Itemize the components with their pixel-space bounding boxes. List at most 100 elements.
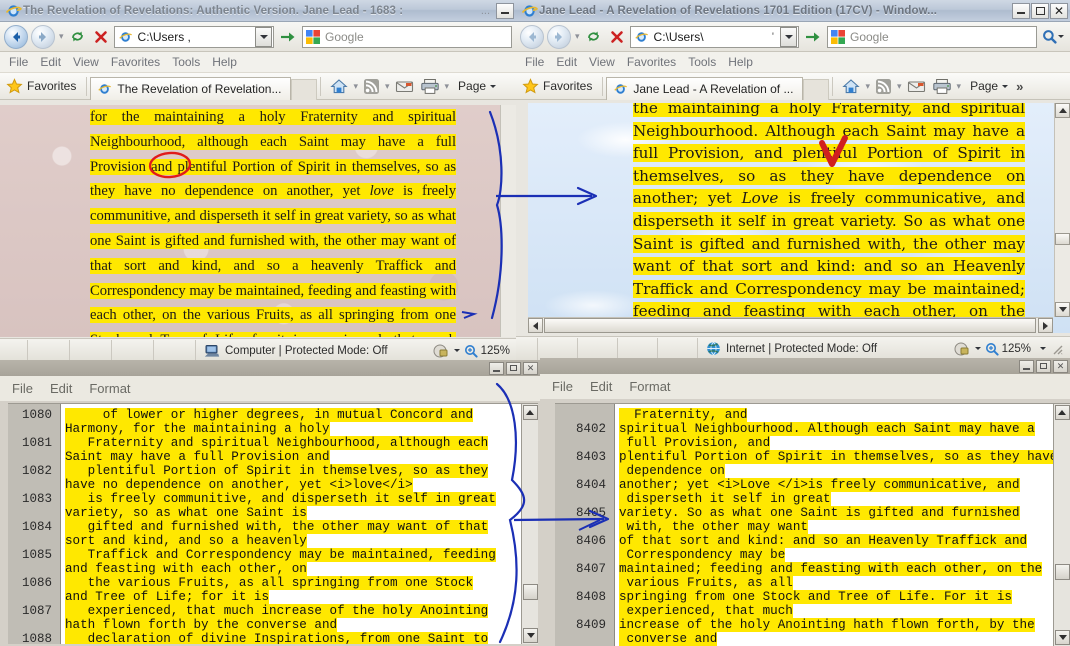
status-right-right[interactable]: 125% <box>953 341 1070 357</box>
toolbar-overflow-button-right[interactable]: » <box>1012 79 1027 94</box>
editor-window-left[interactable]: ✕ File Edit Format 1080 1081 1082 1083 1084 1… <box>0 360 540 646</box>
editor-close-button-right[interactable]: ✕ <box>1053 359 1068 373</box>
editor-menu-format-left[interactable]: Format <box>89 381 130 396</box>
home-icon[interactable] <box>840 75 862 97</box>
command-icons-right[interactable]: ▾ ▾ ▾ Page » <box>836 75 1031 97</box>
editor-menu-file-left[interactable]: File <box>12 381 33 396</box>
home-dropdown-chevron-icon[interactable]: ▾ <box>352 81 359 92</box>
print-dropdown-chevron-icon[interactable]: ▾ <box>444 81 451 92</box>
editor-minimize-button-right[interactable] <box>1019 359 1034 373</box>
search-input-right[interactable]: Google <box>846 30 889 44</box>
menu-item-favorites[interactable]: Favorites <box>627 55 676 69</box>
editor-body-right[interactable]: 840284038404840584068407840884098410 Fra… <box>555 403 1070 646</box>
editor-minimize-button-left[interactable] <box>489 361 504 375</box>
search-input-left[interactable]: Google <box>321 30 364 44</box>
minimize-button-left[interactable] <box>496 2 514 19</box>
forward-arrow-icon[interactable] <box>547 24 571 49</box>
address-bar-right[interactable]: C:\Users\ ' <box>629 25 799 48</box>
refresh-icon[interactable] <box>584 26 604 48</box>
rss-feeds-icon[interactable] <box>873 75 894 97</box>
page-menu-button-right[interactable]: Page <box>964 79 1010 93</box>
browser-window-right[interactable]: Jane Lead - A Revelation of Revelations … <box>516 0 1070 360</box>
editor-title-bar-right[interactable]: ✕ <box>540 358 1070 374</box>
menu-item-tools[interactable]: Tools <box>172 55 200 69</box>
printer-icon[interactable] <box>418 75 442 97</box>
go-arrow-icon[interactable] <box>802 26 824 48</box>
horizontal-scroll-thumb-right[interactable] <box>544 318 1036 333</box>
search-provider-chevron-icon[interactable] <box>1058 35 1064 38</box>
editor-window-controls-left[interactable]: ✕ <box>489 361 538 375</box>
editor-scroll-thumb-right[interactable] <box>1055 564 1070 580</box>
rss-feeds-icon[interactable] <box>361 75 382 97</box>
menu-item-favorites[interactable]: Favorites <box>111 55 160 69</box>
page-menu-button-left[interactable]: Page <box>452 79 498 93</box>
zone-dropdown-chevron-icon[interactable] <box>453 349 460 352</box>
favorites-button-left[interactable]: Favorites <box>2 75 83 98</box>
change-zone-settings-icon[interactable] <box>953 341 971 357</box>
zoom-dropdown-chevron-icon[interactable] <box>1040 347 1046 350</box>
browser-window-left[interactable]: The Revelation of Revelations: Authentic… <box>0 0 516 362</box>
change-zone-settings-icon[interactable] <box>432 343 450 359</box>
zoom-control-right[interactable]: 125% <box>985 342 1046 356</box>
editor-title-bar-left[interactable]: ✕ <box>0 360 540 376</box>
menu-item-view[interactable]: View <box>589 55 615 69</box>
address-input-right[interactable]: C:\Users\ <box>651 30 772 44</box>
recent-pages-chevron-icon[interactable]: ▾ <box>58 31 65 42</box>
editor-menu-edit-right[interactable]: Edit <box>590 379 612 394</box>
editor-close-button-left[interactable]: ✕ <box>523 361 538 375</box>
mail-icon[interactable] <box>393 75 416 97</box>
title-bar-right[interactable]: Jane Lead - A Revelation of Revelations … <box>516 0 1070 22</box>
close-button-right[interactable]: ✕ <box>1050 2 1068 19</box>
stop-icon[interactable] <box>607 26 627 48</box>
editor-scrollbar-right[interactable] <box>1053 404 1070 646</box>
forward-arrow-icon[interactable] <box>31 24 55 49</box>
scroll-left-button-right[interactable] <box>528 318 543 333</box>
feeds-dropdown-chevron-icon[interactable]: ▾ <box>384 81 391 92</box>
command-bar-left[interactable]: Favorites The Revelation of Revelation..… <box>0 73 516 100</box>
vertical-scroll-thumb-right[interactable] <box>1055 233 1070 245</box>
editor-body-left[interactable]: 1080 1081 1082 1083 1084 1085 1086 1087 1088 of … <box>8 403 538 644</box>
menu-bar-left[interactable]: File Edit View Favorites Tools Help <box>0 52 516 73</box>
refresh-icon[interactable] <box>68 26 88 48</box>
menu-item-help[interactable]: Help <box>728 55 753 69</box>
address-dropdown-left[interactable] <box>255 26 272 47</box>
back-arrow-icon[interactable] <box>4 24 28 49</box>
search-box-left[interactable]: Google <box>302 25 512 48</box>
feeds-dropdown-chevron-icon[interactable]: ▾ <box>896 81 903 92</box>
page-horizontal-scrollbar-right[interactable] <box>528 317 1053 333</box>
status-right-left[interactable]: 125% <box>432 343 516 359</box>
mail-icon[interactable] <box>905 75 928 97</box>
editor-text-area-left[interactable]: of lower or higher degrees, in mutual Co… <box>61 404 521 644</box>
navigation-bar-left[interactable]: ▾ C:\Users , Google <box>0 22 516 52</box>
editor-menu-file-right[interactable]: File <box>552 379 573 394</box>
scroll-up-button-right[interactable] <box>1055 103 1070 118</box>
go-arrow-icon[interactable] <box>277 26 299 48</box>
editor-window-controls-right[interactable]: ✕ <box>1019 359 1068 373</box>
zoom-control-left[interactable]: 125% <box>464 344 510 358</box>
editor-scrollbar-left[interactable] <box>521 404 538 644</box>
window-controls-right[interactable]: ✕ <box>1012 2 1068 19</box>
tab-jane-lead-revelation[interactable]: Jane Lead - A Revelation of ... <box>606 76 804 100</box>
editor-menu-bar-left[interactable]: File Edit Format <box>0 376 540 401</box>
menu-item-tools[interactable]: Tools <box>688 55 716 69</box>
menu-item-help[interactable]: Help <box>212 55 237 69</box>
menu-item-view[interactable]: View <box>73 55 99 69</box>
recent-pages-chevron-icon[interactable]: ▾ <box>574 31 581 42</box>
title-bar-left[interactable]: The Revelation of Revelations: Authentic… <box>0 0 516 22</box>
editor-scroll-thumb-left[interactable] <box>523 584 538 600</box>
page-vertical-scrollbar-left[interactable] <box>500 105 516 337</box>
zone-dropdown-chevron-icon[interactable] <box>974 347 981 350</box>
menu-item-file[interactable]: File <box>525 55 544 69</box>
editor-scroll-up-left[interactable] <box>522 405 538 420</box>
tab-revelation-of-revelations[interactable]: The Revelation of Revelation... <box>90 76 292 100</box>
page-vertical-scrollbar-right[interactable] <box>1054 103 1070 317</box>
print-dropdown-chevron-icon[interactable]: ▾ <box>956 81 963 92</box>
page-content-right[interactable]: the maintaining a holy Fraternity, and s… <box>528 103 1070 333</box>
editor-scroll-up-right[interactable] <box>1054 405 1070 420</box>
new-tab-button-left[interactable] <box>291 78 318 100</box>
home-icon[interactable] <box>328 75 350 97</box>
address-dropdown-right[interactable] <box>780 26 797 47</box>
editor-maximize-button-left[interactable] <box>506 361 521 375</box>
printer-icon[interactable] <box>930 75 954 97</box>
editor-window-right[interactable]: ✕ File Edit Format 8402 8403 8404 8405 8406 8… <box>540 358 1070 646</box>
